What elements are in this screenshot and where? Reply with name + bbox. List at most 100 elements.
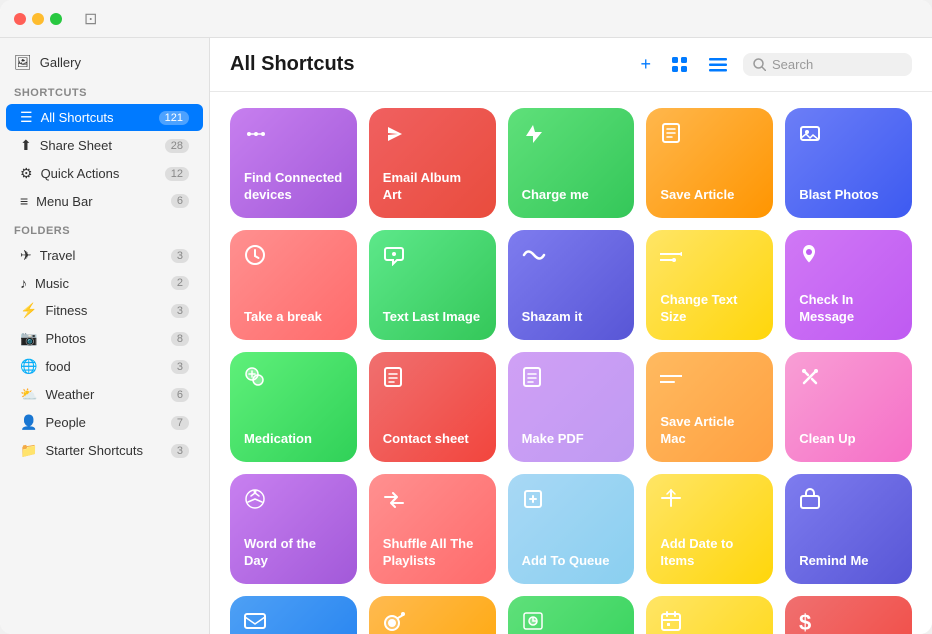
shortcut-card-find-connected-devices[interactable]: Find Connected devices bbox=[230, 108, 357, 218]
sidebar-item-photos[interactable]: 📷 Photos 8 bbox=[6, 325, 203, 352]
grid-view-button[interactable] bbox=[667, 52, 693, 78]
traffic-lights bbox=[0, 13, 76, 25]
music-icon: ♪ bbox=[20, 275, 27, 291]
search-input[interactable] bbox=[772, 57, 902, 72]
shortcut-card-email-myself[interactable]: Email Myself bbox=[230, 596, 357, 634]
medication-icon bbox=[244, 366, 343, 394]
titlebar: ⊡ bbox=[0, 0, 932, 38]
word-of-the-day-icon bbox=[244, 488, 343, 516]
minimize-button[interactable] bbox=[32, 13, 44, 25]
word-of-the-day-label: Word of the Day bbox=[244, 536, 343, 570]
sidebar-item-fitness[interactable]: ⚡ Fitness 3 bbox=[6, 297, 203, 324]
page-title: All Shortcuts bbox=[230, 53, 636, 76]
food-icon: 🌐 bbox=[20, 358, 37, 375]
shortcut-card-shuffle-all-playlists[interactable]: Shuffle All The Playlists bbox=[369, 474, 496, 584]
fitness-icon: ⚡ bbox=[20, 302, 37, 319]
add-to-queue-label: Add To Queue bbox=[522, 553, 621, 570]
shortcut-card-gas-on-this-street[interactable]: Gas On This Street bbox=[369, 596, 496, 634]
sidebar-item-menu-bar[interactable]: ≡ Menu Bar 6 bbox=[6, 188, 203, 214]
shazam-it-icon bbox=[522, 244, 621, 270]
folders-section-label: Folders bbox=[0, 215, 209, 241]
quick-actions-icon: ⚙ bbox=[20, 165, 33, 182]
window: ⊡ 🖼 Gallery Shortcuts ☰ All Shortcuts 12… bbox=[0, 0, 932, 634]
shortcut-card-shazam-it[interactable]: Shazam it bbox=[508, 230, 635, 340]
weather-icon: ⛅ bbox=[20, 386, 37, 403]
shortcut-card-sort-lines[interactable]: Sort Lines bbox=[508, 596, 635, 634]
main-content: 🖼 Gallery Shortcuts ☰ All Shortcuts 121 … bbox=[0, 38, 932, 634]
shortcut-card-calculate-tip[interactable]: $ Calculate Tip bbox=[785, 596, 912, 634]
sidebar-item-share-sheet[interactable]: ⬆ Share Sheet 28 bbox=[6, 132, 203, 159]
music-badge: 2 bbox=[171, 276, 189, 290]
shortcut-card-check-in-message[interactable]: Check In Message bbox=[785, 230, 912, 340]
shortcut-card-how-many-days-until[interactable]: How Many Days Until bbox=[646, 596, 773, 634]
calculate-tip-icon: $ bbox=[799, 610, 898, 634]
quick-actions-badge: 12 bbox=[165, 167, 189, 181]
shortcut-card-make-pdf[interactable]: Make PDF bbox=[508, 352, 635, 462]
change-text-size-icon bbox=[660, 244, 759, 270]
save-article-icon bbox=[660, 122, 759, 150]
gallery-label: Gallery bbox=[40, 55, 81, 70]
shortcut-card-remind-me[interactable]: Remind Me bbox=[785, 474, 912, 584]
people-badge: 7 bbox=[171, 416, 189, 430]
how-many-days-until-icon bbox=[660, 610, 759, 634]
all-shortcuts-icon: ☰ bbox=[20, 109, 33, 126]
blast-photos-label: Blast Photos bbox=[799, 187, 898, 204]
sidebar-item-starter-shortcuts[interactable]: 📁 Starter Shortcuts 3 bbox=[6, 437, 203, 464]
travel-icon: ✈ bbox=[20, 247, 32, 264]
shazam-it-label: Shazam it bbox=[522, 309, 621, 326]
sidebar-toggle-button[interactable]: ⊡ bbox=[84, 9, 97, 29]
sidebar-item-music[interactable]: ♪ Music 2 bbox=[6, 270, 203, 296]
share-sheet-label: Share Sheet bbox=[40, 138, 112, 153]
medication-label: Medication bbox=[244, 431, 343, 448]
make-pdf-label: Make PDF bbox=[522, 431, 621, 448]
main-area: All Shortcuts + bbox=[210, 38, 932, 634]
shortcut-card-text-last-image[interactable]: Text Last Image bbox=[369, 230, 496, 340]
maximize-button[interactable] bbox=[50, 13, 62, 25]
contact-sheet-label: Contact sheet bbox=[383, 431, 482, 448]
starter-shortcuts-badge: 3 bbox=[171, 444, 189, 458]
find-connected-devices-icon bbox=[244, 122, 343, 152]
menu-bar-badge: 6 bbox=[171, 194, 189, 208]
sidebar-item-food[interactable]: 🌐 food 3 bbox=[6, 353, 203, 380]
shortcut-card-save-article[interactable]: Save Article bbox=[646, 108, 773, 218]
find-connected-devices-label: Find Connected devices bbox=[244, 170, 343, 204]
shortcut-card-save-article-mac[interactable]: Save Article Mac bbox=[646, 352, 773, 462]
clean-up-label: Clean Up bbox=[799, 431, 898, 448]
shortcut-card-email-album-art[interactable]: Email Album Art bbox=[369, 108, 496, 218]
sidebar-item-all-shortcuts[interactable]: ☰ All Shortcuts 121 bbox=[6, 104, 203, 131]
shortcut-card-medication[interactable]: Medication bbox=[230, 352, 357, 462]
sidebar-item-quick-actions[interactable]: ⚙ Quick Actions 12 bbox=[6, 160, 203, 187]
charge-me-icon bbox=[522, 122, 621, 152]
close-button[interactable] bbox=[14, 13, 26, 25]
photos-label: Photos bbox=[45, 331, 85, 346]
photos-badge: 8 bbox=[171, 332, 189, 346]
sidebar-item-travel[interactable]: ✈ Travel 3 bbox=[6, 242, 203, 269]
all-shortcuts-label: All Shortcuts bbox=[41, 110, 114, 125]
email-myself-icon bbox=[244, 610, 343, 634]
shortcut-card-word-of-the-day[interactable]: Word of the Day bbox=[230, 474, 357, 584]
search-icon bbox=[753, 58, 766, 71]
shortcut-card-change-text-size[interactable]: Change Text Size bbox=[646, 230, 773, 340]
shortcut-card-take-a-break[interactable]: Take a break bbox=[230, 230, 357, 340]
shortcut-card-contact-sheet[interactable]: Contact sheet bbox=[369, 352, 496, 462]
shortcut-card-add-date-to-items[interactable]: Add Date to Items bbox=[646, 474, 773, 584]
food-badge: 3 bbox=[171, 360, 189, 374]
sidebar-item-weather[interactable]: ⛅ Weather 6 bbox=[6, 381, 203, 408]
email-album-art-icon bbox=[383, 122, 482, 152]
list-view-button[interactable] bbox=[705, 54, 731, 76]
sort-lines-icon bbox=[522, 610, 621, 634]
shortcut-card-charge-me[interactable]: Charge me bbox=[508, 108, 635, 218]
shortcut-card-add-to-queue[interactable]: Add To Queue bbox=[508, 474, 635, 584]
people-label: People bbox=[45, 415, 85, 430]
sidebar-item-people[interactable]: 👤 People 7 bbox=[6, 409, 203, 436]
weather-label: Weather bbox=[45, 387, 94, 402]
food-label: food bbox=[45, 359, 70, 374]
save-article-mac-label: Save Article Mac bbox=[660, 414, 759, 448]
music-label: Music bbox=[35, 276, 69, 291]
shortcut-card-clean-up[interactable]: Clean Up bbox=[785, 352, 912, 462]
fitness-badge: 3 bbox=[171, 304, 189, 318]
shortcut-card-blast-photos[interactable]: Blast Photos bbox=[785, 108, 912, 218]
take-a-break-icon bbox=[244, 244, 343, 272]
sidebar-item-gallery[interactable]: 🖼 Gallery bbox=[0, 48, 209, 77]
add-button[interactable]: + bbox=[636, 50, 655, 79]
